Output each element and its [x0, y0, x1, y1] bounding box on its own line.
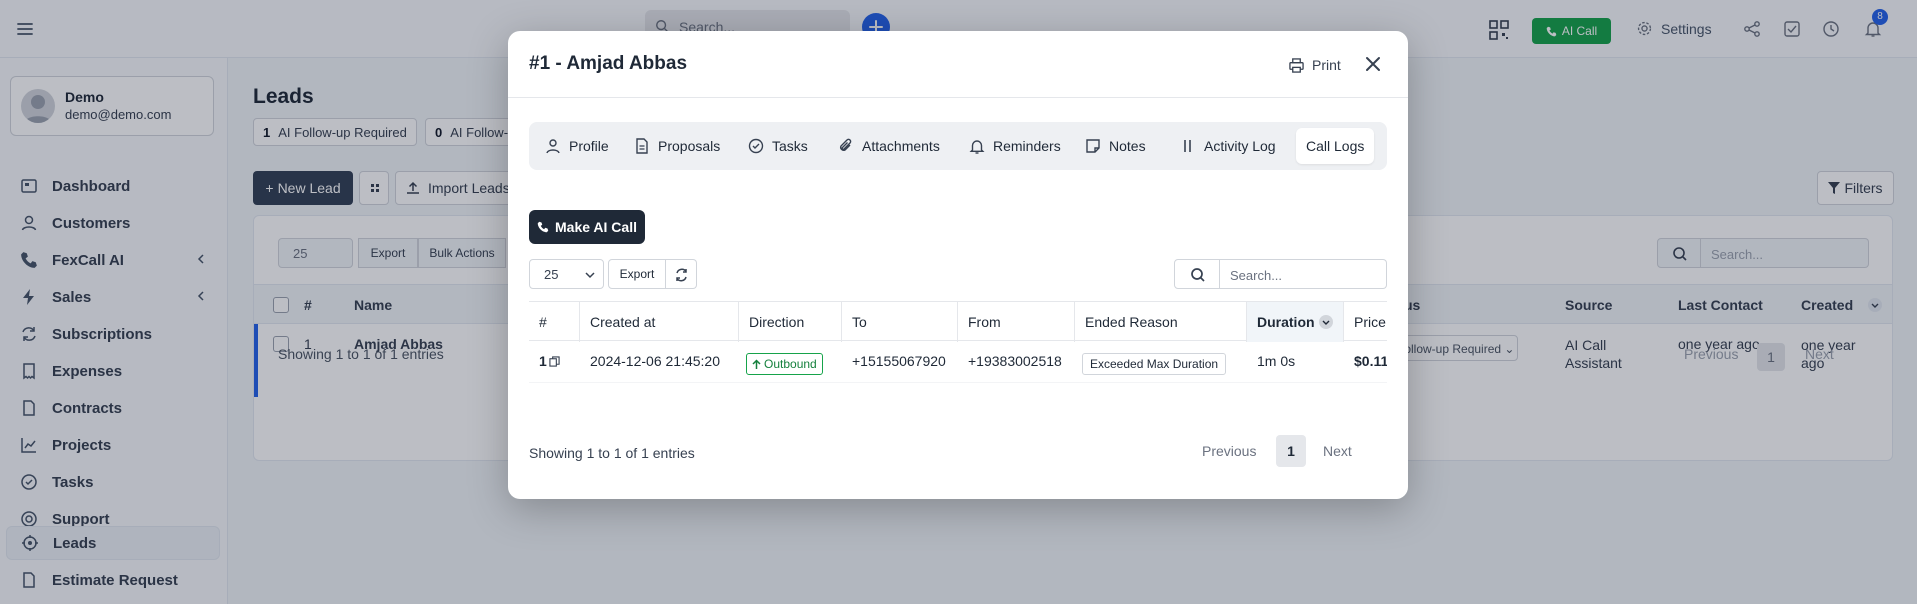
column-header-ended-reason[interactable]: Ended Reason — [1075, 302, 1247, 342]
bell-icon — [969, 140, 985, 154]
call-logs-page-1-button[interactable]: 1 — [1276, 435, 1306, 467]
tab-attachments[interactable]: Attachments — [828, 128, 950, 164]
document-icon — [636, 138, 648, 154]
make-ai-call-button[interactable]: Make AI Call — [529, 210, 645, 244]
call-logs-next-button[interactable]: Next — [1323, 443, 1352, 459]
paperclip-icon — [840, 138, 852, 151]
tab-label: Activity Log — [1204, 138, 1276, 154]
call-logs-info: Showing 1 to 1 of 1 entries — [529, 445, 695, 461]
copy-icon[interactable] — [549, 355, 560, 367]
call-logs-page-length-select[interactable]: 25 — [529, 259, 604, 289]
lead-modal: #1 - Amjad Abbas Print Profile Proposals… — [508, 31, 1408, 499]
call-logs-table: # Created at Direction To From Ended Rea… — [529, 301, 1387, 399]
column-header-direction[interactable]: Direction — [739, 302, 842, 342]
tab-reminders[interactable]: Reminders — [959, 128, 1071, 164]
user-icon — [546, 139, 560, 154]
call-logs-refresh-button[interactable] — [666, 259, 697, 289]
column-header-from[interactable]: From — [958, 302, 1075, 342]
call-logs-export-button[interactable]: Export — [608, 259, 666, 289]
call-price: $0.110 — [1354, 353, 1387, 369]
call-duration: 1m 0s — [1257, 353, 1296, 369]
make-ai-call-label: Make AI Call — [555, 219, 637, 235]
call-num-value: 1 — [539, 353, 547, 369]
tab-label: Tasks — [772, 138, 808, 154]
call-to: +15155067920 — [852, 353, 946, 369]
direction-badge: Outbound — [746, 353, 823, 375]
tab-profile[interactable]: Profile — [535, 128, 619, 164]
tab-tasks[interactable]: Tasks — [738, 128, 818, 164]
direction-label: Outbound — [764, 357, 817, 371]
tab-activity-log[interactable]: Activity Log — [1170, 128, 1286, 164]
page-length-value: 25 — [544, 267, 559, 282]
column-header-duration-label: Duration — [1257, 314, 1315, 330]
sort-chevron-icon — [1319, 315, 1333, 329]
phone-icon — [537, 221, 549, 233]
tab-label: Call Logs — [1306, 138, 1365, 154]
tab-label: Reminders — [993, 138, 1061, 154]
table-row[interactable]: 1 2024-12-06 21:45:20 Outbound +15155067… — [529, 341, 1387, 383]
tab-label: Proposals — [658, 138, 721, 154]
tab-label: Attachments — [862, 138, 940, 154]
call-from: +19383002518 — [968, 353, 1062, 369]
column-header-price[interactable]: Price — [1344, 302, 1387, 342]
search-icon — [1191, 268, 1205, 282]
close-icon[interactable] — [1364, 55, 1382, 73]
call-num: 1 — [539, 353, 560, 369]
tab-label: Notes — [1109, 138, 1146, 154]
check-circle-icon — [748, 138, 764, 154]
column-header-to[interactable]: To — [842, 302, 958, 342]
ended-reason-badge: Exceeded Max Duration — [1082, 353, 1227, 375]
tab-proposals[interactable]: Proposals — [624, 128, 730, 164]
chevron-down-icon — [585, 272, 595, 279]
print-label: Print — [1312, 57, 1341, 73]
note-icon — [1086, 139, 1100, 153]
bars-icon — [1184, 140, 1191, 152]
refresh-icon — [676, 268, 687, 282]
modal-title: #1 - Amjad Abbas — [529, 53, 688, 74]
print-button[interactable]: Print — [1289, 57, 1341, 73]
column-header-duration[interactable]: Duration — [1247, 302, 1344, 342]
column-header-created-at[interactable]: Created at — [580, 302, 739, 342]
arrow-up-icon — [752, 358, 761, 369]
column-header-num[interactable]: # — [529, 302, 580, 342]
call-logs-table-header: # Created at Direction To From Ended Rea… — [529, 301, 1387, 342]
tab-call-logs[interactable]: Call Logs — [1296, 128, 1375, 164]
tab-notes[interactable]: Notes — [1075, 128, 1156, 164]
call-logs-search-button[interactable] — [1174, 259, 1220, 289]
modal-header-divider — [508, 97, 1408, 98]
tab-label: Profile — [569, 138, 609, 154]
printer-icon — [1289, 57, 1304, 73]
call-created-at: 2024-12-06 21:45:20 — [590, 353, 720, 369]
call-logs-search-input[interactable]: Search... — [1220, 259, 1387, 289]
modal-tabs: Profile Proposals Tasks Attachments Remi… — [529, 122, 1387, 170]
call-logs-previous-button[interactable]: Previous — [1202, 443, 1256, 459]
